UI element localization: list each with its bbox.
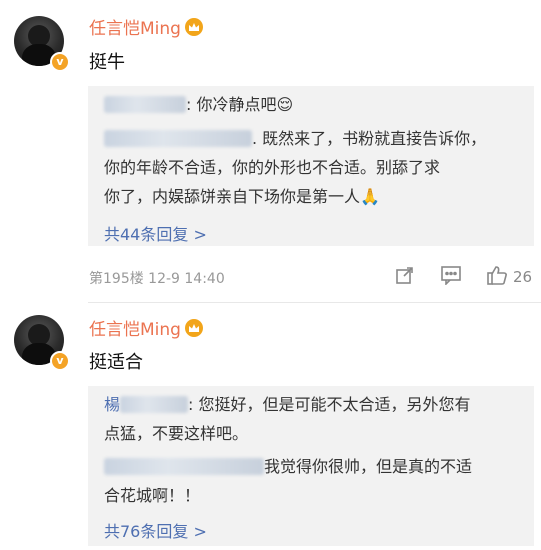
comment-icon[interactable]: [440, 265, 462, 289]
reply-line: 我觉得你很帅，但是真的不适: [104, 452, 472, 481]
reply-line: 点猛，不要这样吧。: [104, 424, 249, 443]
reply-line: 你的年龄不合适，你的外形也不合适。别舔了求: [104, 158, 441, 177]
reply-line: : 你冷静点吧😌: [104, 90, 293, 119]
reply-line: 你了，内娱舔饼亲自下场你是第一人🙏: [104, 182, 380, 211]
emoji-icon: 🙏: [360, 187, 380, 206]
emoji-icon: 😌: [276, 95, 294, 114]
reply-line: 合花城啊！！: [104, 486, 201, 505]
reply-line: . 既然来了，书粉就直接告诉你，: [104, 124, 486, 153]
username[interactable]: 任言恺Ming: [89, 315, 181, 340]
verified-badge-icon: v: [50, 351, 70, 371]
reply-box[interactable]: 楊: 您挺好，但是可能不太合适，另外您有 点猛，不要这样吧。 我觉得你很帅，但是…: [88, 386, 534, 546]
reply-text: 我觉得你很帅，但是真的不适: [264, 457, 473, 476]
crown-icon: [184, 318, 203, 337]
reply-box[interactable]: : 你冷静点吧😌 . 既然来了，书粉就直接告诉你， 你的年龄不合适，你的外形也不…: [88, 86, 534, 246]
reply-text: 既然来了，书粉就直接告诉你，: [262, 129, 487, 148]
blurred-username: [104, 96, 186, 113]
like-count: 26: [513, 268, 533, 286]
share-icon[interactable]: [395, 265, 415, 289]
reply-text: 你了，内娱舔饼亲自下场你是第一人: [104, 187, 361, 206]
verified-badge-icon: v: [50, 52, 70, 72]
thumbs-up-icon: [486, 264, 508, 290]
crown-icon: [184, 17, 203, 36]
comment-meta: 第195楼 12-9 14:40: [89, 271, 225, 287]
reply-line: 楊: 您挺好，但是可能不太合适，另外您有: [104, 395, 471, 414]
divider: [88, 302, 541, 303]
like-button[interactable]: 26: [486, 264, 532, 290]
comment-text: 挺牛: [89, 52, 125, 73]
reply-text: 你冷静点吧: [196, 95, 277, 114]
reply-username-prefix[interactable]: 楊: [104, 395, 120, 414]
blurred-username: [104, 130, 252, 147]
blurred-username: [120, 396, 189, 413]
reply-text: 您挺好，但是可能不太合适，另外您有: [198, 395, 471, 414]
more-replies-link[interactable]: 共76条回复 >: [104, 518, 207, 542]
comment-header: 任言恺Ming: [89, 14, 203, 39]
username[interactable]: 任言恺Ming: [89, 14, 181, 39]
more-replies-link[interactable]: 共44条回复 >: [104, 221, 207, 245]
comment-text: 挺适合: [89, 352, 143, 373]
blurred-username: [104, 458, 264, 475]
comment-header: 任言恺Ming: [89, 315, 203, 340]
